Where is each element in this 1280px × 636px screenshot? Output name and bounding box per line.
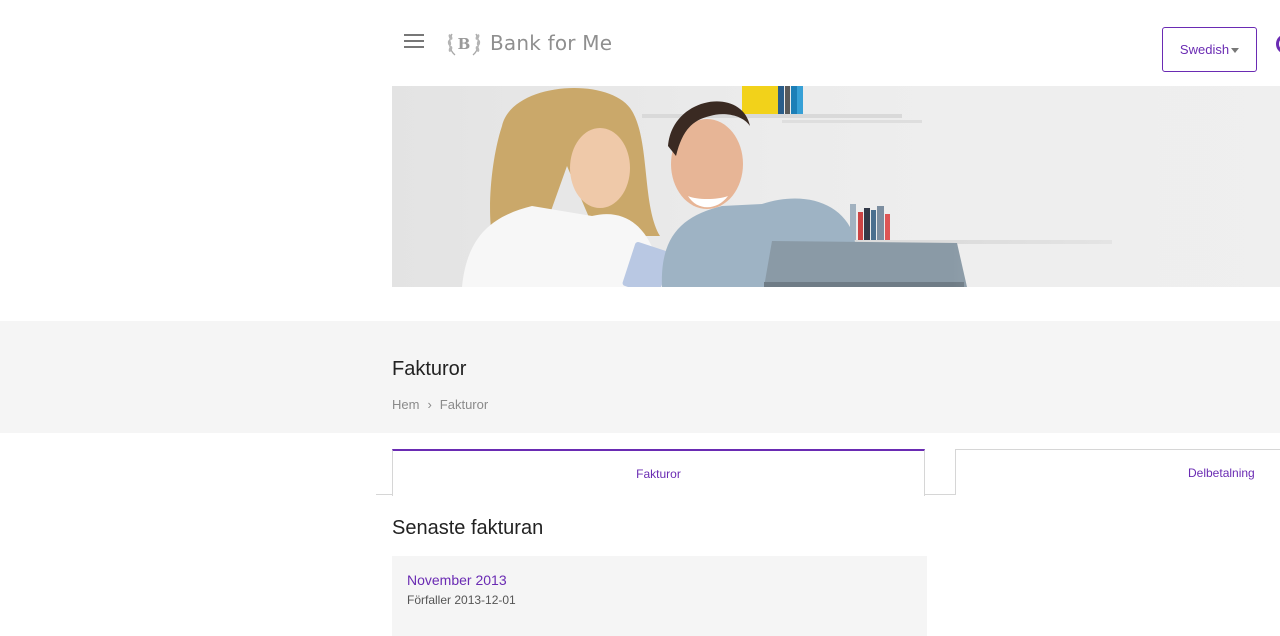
site-header: B Bank for Me Swedish: [392, 0, 1280, 86]
yellow-books: [742, 86, 778, 114]
hero-illustration: [462, 86, 1280, 287]
logo-letter: B: [458, 35, 471, 53]
breadcrumb-home-link[interactable]: Hem: [392, 397, 419, 412]
caret-down-icon: [1231, 47, 1240, 53]
tab-fakturor[interactable]: Fakturor: [392, 449, 925, 496]
hamburger-menu-icon[interactable]: [404, 34, 424, 50]
woman-face: [570, 128, 630, 208]
tab-delbetalning-label: Delbetalning: [1188, 465, 1255, 480]
breadcrumb-separator: ›: [427, 397, 432, 412]
breadcrumb: Hem › Fakturor: [392, 397, 488, 412]
page-title: Fakturor: [392, 358, 467, 380]
brand-logo[interactable]: B Bank for Me: [446, 26, 612, 60]
brand-name: Bank for Me: [490, 31, 613, 55]
page-title-band: Fakturor Hem › Fakturor: [0, 321, 1280, 433]
laptop: [764, 241, 967, 287]
language-selector-button[interactable]: Swedish: [1162, 27, 1257, 72]
latest-invoice-heading: Senaste fakturan: [392, 517, 544, 539]
tab-fakturor-label: Fakturor: [636, 466, 681, 481]
user-avatar-icon[interactable]: [1276, 34, 1280, 54]
language-label: Swedish: [1179, 42, 1230, 57]
breadcrumb-current: Fakturor: [439, 397, 489, 412]
tab-delbetalning[interactable]: Delbetalning: [955, 449, 1280, 495]
hero-banner-image: [392, 86, 1280, 287]
latest-invoice-card[interactable]: November 2013 Förfaller 2013-12-01: [392, 556, 927, 636]
invoice-month-link[interactable]: November 2013: [407, 572, 507, 588]
laurel-logo-icon: B: [447, 33, 481, 56]
invoice-due-date: Förfaller 2013-12-01: [407, 593, 516, 607]
